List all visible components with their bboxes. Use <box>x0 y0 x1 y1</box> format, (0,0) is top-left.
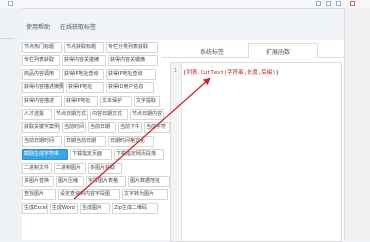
code-function: 列表.CutText(字符串,长度,后缀) <box>186 70 276 76</box>
tag-button[interactable]: 下载指定页面 <box>70 149 112 161</box>
close-icon[interactable] <box>350 1 355 6</box>
tag-button[interactable]: 查找图片 <box>22 189 56 201</box>
tag-button[interactable]: 获得ID用户信息 <box>106 82 154 94</box>
calendar-icon[interactable] <box>336 1 341 6</box>
tag-button[interactable]: 节点日期方式 <box>54 109 88 120</box>
tab-online-tags[interactable]: 在线获取标签 <box>60 22 96 31</box>
tag-button[interactable]: 获得内容描述 <box>22 95 62 107</box>
tag-button[interactable]: 日期时间格式化 <box>108 135 154 147</box>
tag-button[interactable]: 日期当前日期 <box>64 135 106 147</box>
window-icon[interactable] <box>8 1 13 6</box>
right-panel: 系统标签 扩展函数 1 {列表.CutText(字符串,长度,后缀)} <box>162 40 344 242</box>
line-number: 1 <box>174 68 178 74</box>
tag-button[interactable]: 获得IP地址查询 <box>106 68 156 80</box>
tag-button[interactable]: 当前下午 <box>118 122 142 134</box>
tag-button[interactable]: 商品内容调用 <box>22 68 60 80</box>
tag-button[interactable]: 节点热门标题 <box>22 42 62 53</box>
tag-button[interactable]: 图片压缩 <box>56 176 84 187</box>
tag-button[interactable]: 多图片替换 <box>22 176 54 187</box>
title-bar <box>0 0 370 9</box>
divider <box>0 38 14 39</box>
tag-button[interactable]: 内容日期方式 <box>90 109 128 120</box>
top-tabs: 使用帮助 在线获取标签 <box>22 20 102 32</box>
tag-button[interactable]: 节点获取标题 <box>64 42 104 53</box>
line-gutter: 1 <box>171 63 182 241</box>
code-editor[interactable]: 1 {列表.CutText(字符串,长度,后缀)} <box>170 62 342 242</box>
tag-button[interactable]: 字段图片表格 <box>86 176 126 187</box>
tag-button[interactable]: 二进制文件 <box>22 162 52 174</box>
tag-button[interactable]: 获取关键字案例 <box>22 122 60 134</box>
tag-button[interactable]: 下载指定网页段落 <box>114 149 164 161</box>
tag-button[interactable]: 二进制图片 <box>54 162 86 174</box>
tag-button[interactable]: 生成Excel <box>22 202 48 214</box>
tab-usage-help[interactable]: 使用帮助 <box>26 22 50 31</box>
tag-button[interactable]: 专栏列表获取 <box>22 55 60 67</box>
tag-button[interactable]: 多图片获取 <box>88 162 122 174</box>
tag-button[interactable]: 获得IP地址 <box>64 95 98 107</box>
tag-button[interactable]: 获得IP地址查询 <box>62 68 104 80</box>
tag-button[interactable]: 当前时间 <box>62 122 86 134</box>
tag-button[interactable]: 获得内容关键摘 <box>62 55 106 67</box>
code-line[interactable]: {列表.CutText(字符串,长度,后缀)} <box>183 68 279 76</box>
tag-button[interactable]: 获得内容关键摘 <box>108 55 158 67</box>
code-suffix: } <box>275 70 279 76</box>
tag-button[interactable]: 获得IP地址 <box>66 82 104 94</box>
tag-button[interactable]: 节点日期内容 <box>130 109 164 120</box>
tag-button[interactable]: 获得内容描述摘要 <box>22 82 64 94</box>
vertical-scrollbar[interactable] <box>344 8 370 240</box>
check-icon[interactable] <box>316 1 321 6</box>
tag-button[interactable]: 生成图片 <box>80 202 110 214</box>
left-strip <box>0 8 22 240</box>
settings-icon[interactable] <box>326 1 331 6</box>
tag-button[interactable]: 当前日期 <box>88 122 116 134</box>
tag-button[interactable]: 设定查询到内容字段图 <box>58 189 120 201</box>
tab-system-tags[interactable]: 系统标签 <box>200 47 224 56</box>
tag-button[interactable]: 截取生成字符串 <box>22 149 68 161</box>
tag-button[interactable]: 生成Word <box>50 202 78 214</box>
tag-button[interactable]: 专栏分类列表获取 <box>106 42 158 53</box>
tab-extension-functions[interactable]: 扩展函数 <box>266 47 290 56</box>
tag-button[interactable]: 人才选拔 <box>22 109 52 120</box>
tag-button[interactable]: 文字提取 <box>134 95 160 107</box>
tag-button[interactable]: 文本保护 <box>100 95 132 107</box>
tag-button[interactable]: 当前日期时间 <box>22 135 62 147</box>
tag-button[interactable]: Zip生成二维码 <box>112 202 158 214</box>
